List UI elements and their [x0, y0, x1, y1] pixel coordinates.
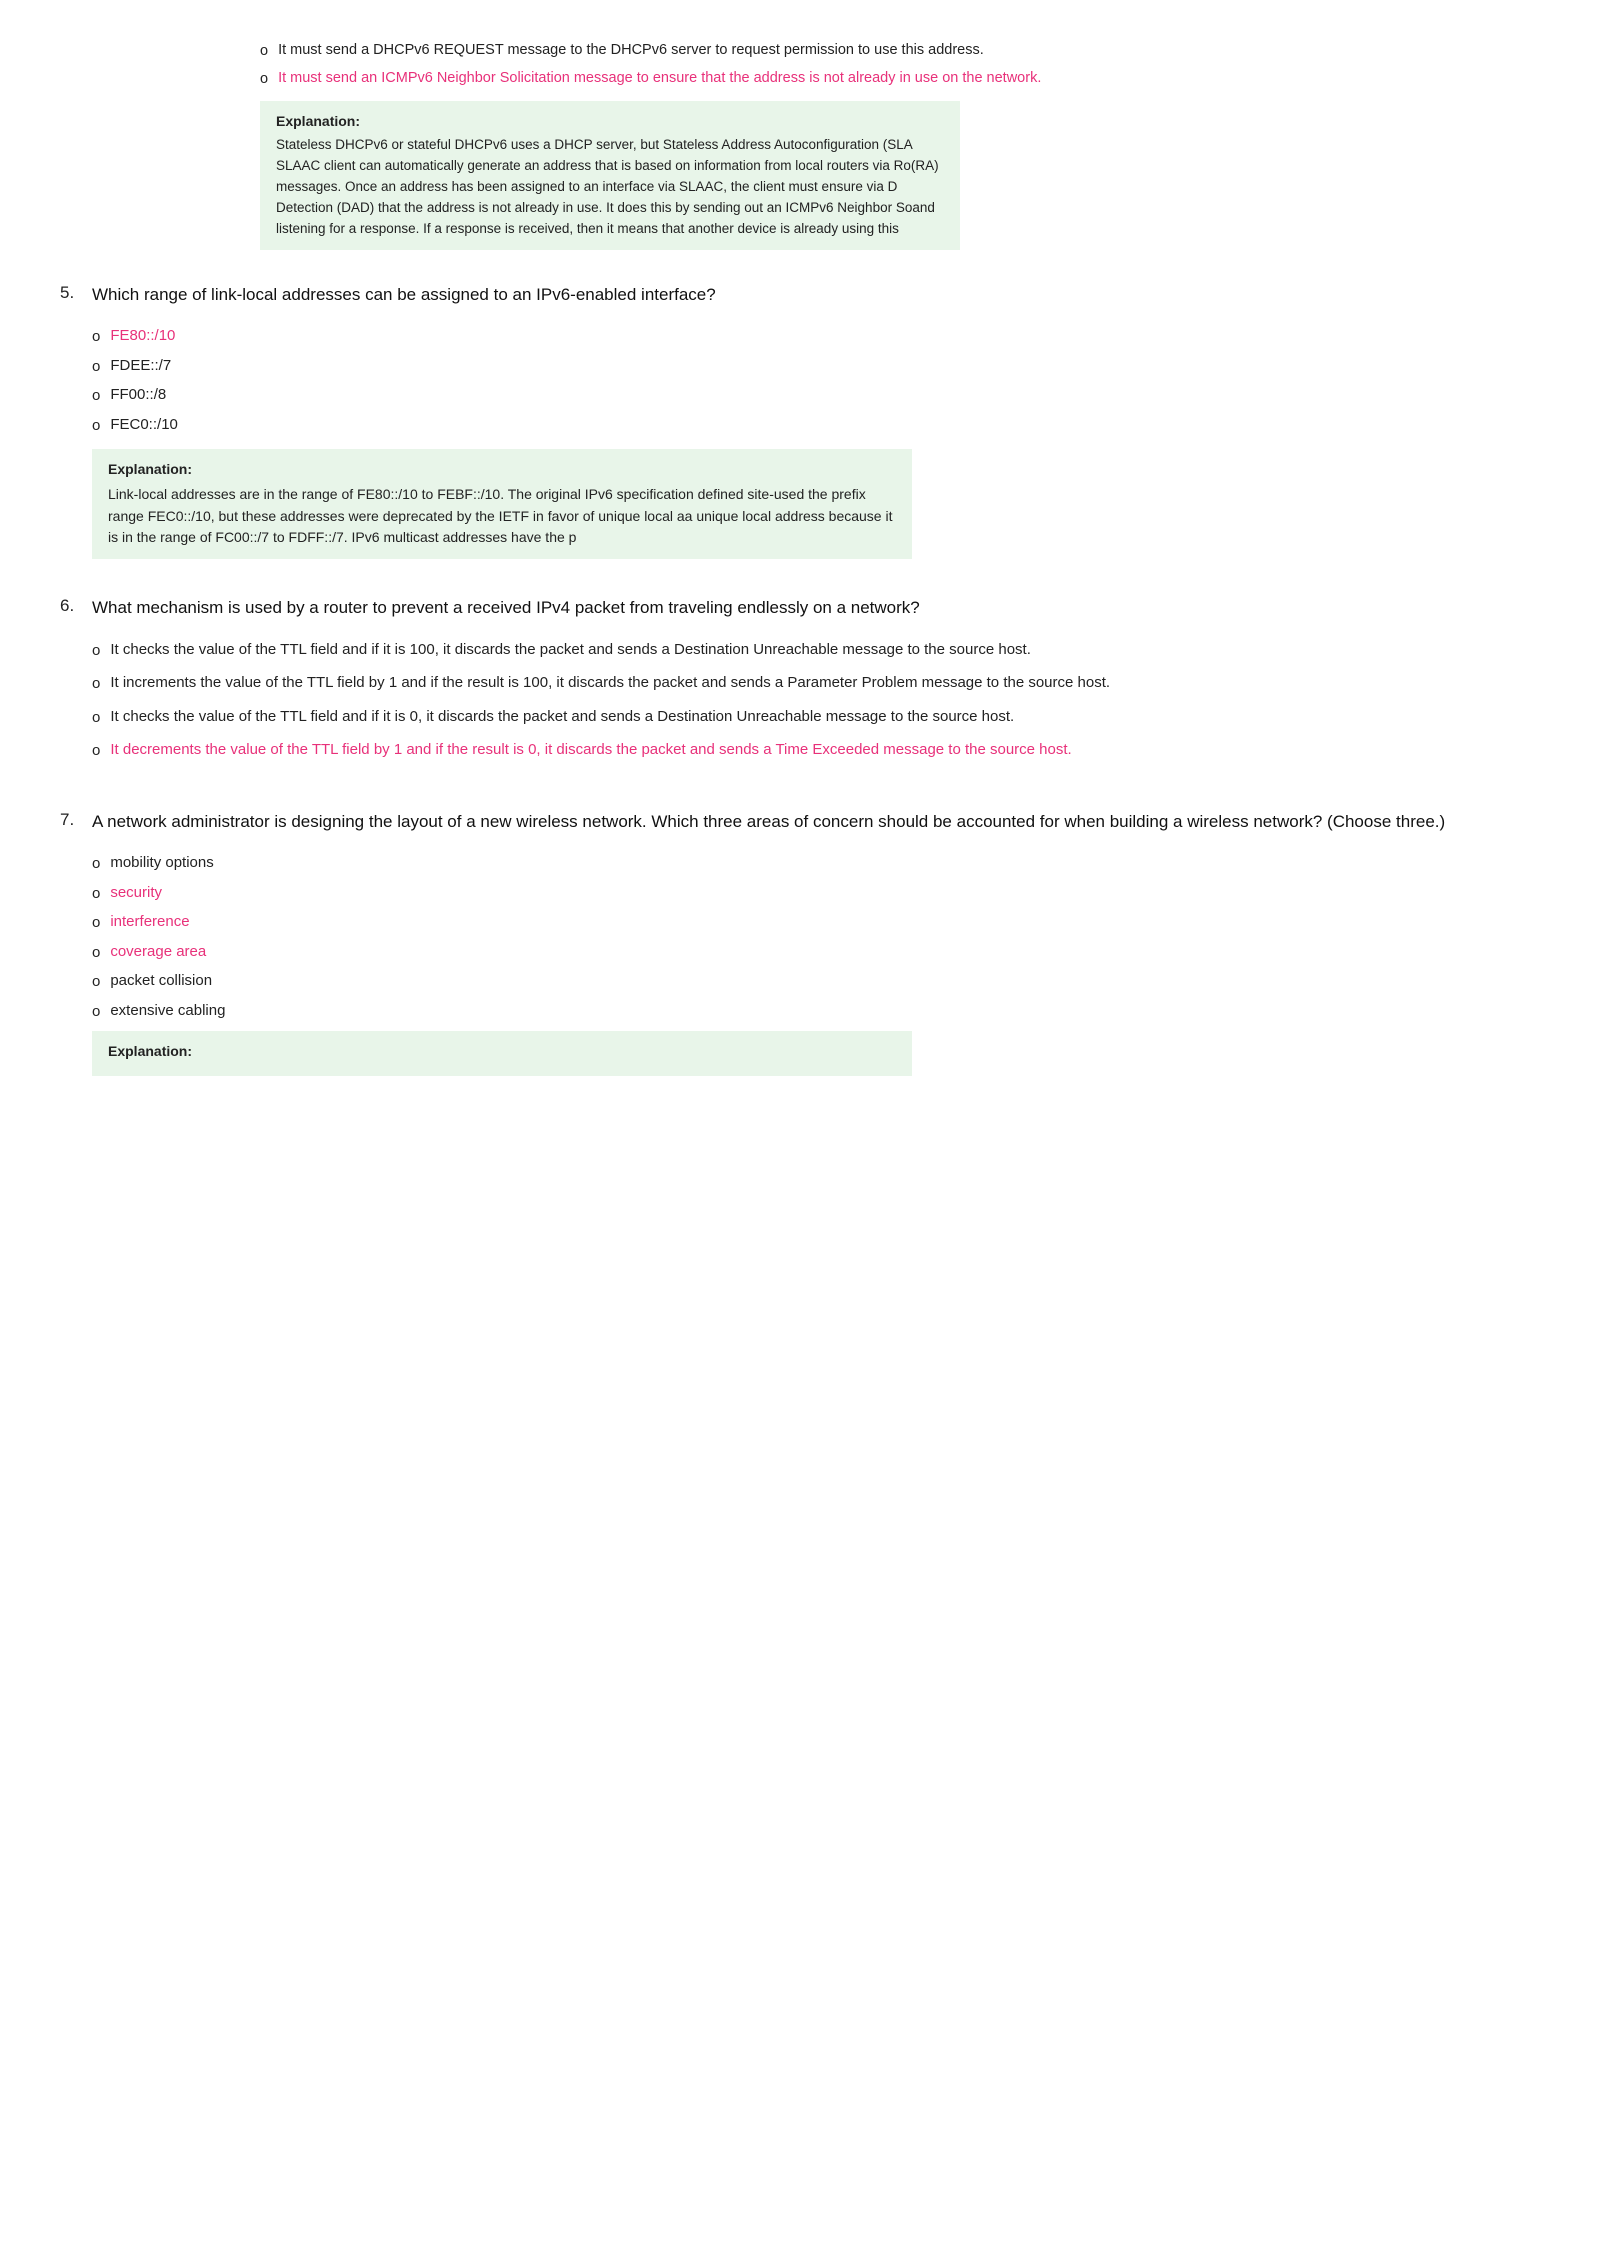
bullet-char: o	[92, 942, 100, 965]
correct-answer-text: It decrements the value of the TTL field…	[110, 739, 1540, 762]
question-6-number: 6.	[60, 595, 92, 616]
explanation-label: Explanation:	[108, 1041, 896, 1063]
top-bullet-list: o It must send a DHCPv6 REQUEST message …	[260, 40, 1540, 91]
explanation-label: Explanation:	[276, 111, 944, 133]
correct-answer-text: security	[110, 882, 1540, 905]
bullet-char: o	[92, 415, 100, 438]
answer-text: FDEE::/7	[110, 355, 1540, 378]
list-item: o FDEE::/7	[92, 355, 1540, 379]
answer-text: It must send a DHCPv6 REQUEST message to…	[278, 40, 1540, 62]
bullet-char: o	[92, 707, 100, 730]
answer-text: FEC0::/10	[110, 414, 1540, 437]
question-5-body: Which range of link-local addresses can …	[92, 282, 1540, 559]
bullet-char: o	[92, 740, 100, 763]
list-item: o It checks the value of the TTL field a…	[92, 706, 1540, 730]
q5-explanation-block: Explanation: Link-local addresses are in…	[92, 449, 912, 559]
bullet-char: o	[92, 971, 100, 994]
explanation-text: Link-local addresses are in the range of…	[108, 484, 896, 549]
bullet-char: o	[92, 883, 100, 906]
list-item: o security	[92, 882, 1540, 906]
question-6-text: What mechanism is used by a router to pr…	[92, 595, 1540, 621]
answer-text: It checks the value of the TTL field and…	[110, 639, 1540, 662]
list-item: o It checks the value of the TTL field a…	[92, 639, 1540, 663]
list-item: o interference	[92, 911, 1540, 935]
list-item: o FEC0::/10	[92, 414, 1540, 438]
correct-answer-text: It must send an ICMPv6 Neighbor Solicita…	[278, 68, 1540, 90]
list-item: o extensive cabling	[92, 1000, 1540, 1024]
question-7-header: 7. A network administrator is designing …	[60, 809, 1540, 1076]
list-item: o FE80::/10	[92, 325, 1540, 349]
answer-text: mobility options	[110, 852, 1540, 875]
bullet-char: o	[92, 853, 100, 876]
correct-answer-text: FE80::/10	[110, 325, 1540, 348]
bullet-char: o	[92, 326, 100, 349]
q6-answer-list: o It checks the value of the TTL field a…	[92, 639, 1540, 763]
list-item: o FF00::/8	[92, 384, 1540, 408]
question-5-text: Which range of link-local addresses can …	[92, 282, 1540, 308]
bullet-char: o	[92, 673, 100, 696]
list-item: o It decrements the value of the TTL fie…	[92, 739, 1540, 763]
answer-text: packet collision	[110, 970, 1540, 993]
bullet-char: o	[92, 356, 100, 379]
question-7-body: A network administrator is designing the…	[92, 809, 1540, 1076]
top-explanation-block: Explanation: Stateless DHCPv6 or statefu…	[260, 101, 960, 250]
correct-answer-text: interference	[110, 911, 1540, 934]
bullet-char: o	[92, 385, 100, 408]
question-7-number: 7.	[60, 809, 92, 830]
question-5-header: 5. Which range of link-local addresses c…	[60, 282, 1540, 559]
explanation-text: Stateless DHCPv6 or stateful DHCPv6 uses…	[276, 135, 944, 240]
list-item: o It increments the value of the TTL fie…	[92, 672, 1540, 696]
question-5-block: 5. Which range of link-local addresses c…	[60, 282, 1540, 559]
answer-text: extensive cabling	[110, 1000, 1540, 1023]
question-5-number: 5.	[60, 282, 92, 303]
correct-answer-text: coverage area	[110, 941, 1540, 964]
q7-answer-list: o mobility options o security o interfer…	[92, 852, 1540, 1023]
list-item: o coverage area	[92, 941, 1540, 965]
q5-answer-list: o FE80::/10 o FDEE::/7 o FF00::/8 o FEC0…	[92, 325, 1540, 437]
question-6-header: 6. What mechanism is used by a router to…	[60, 595, 1540, 773]
bullet-char: o	[260, 69, 268, 91]
question-6-body: What mechanism is used by a router to pr…	[92, 595, 1540, 773]
bullet-char: o	[260, 41, 268, 63]
question-7-text: A network administrator is designing the…	[92, 809, 1540, 835]
answer-text: It increments the value of the TTL field…	[110, 672, 1540, 695]
list-item: o It must send a DHCPv6 REQUEST message …	[260, 40, 1540, 63]
bullet-char: o	[92, 1001, 100, 1024]
q7-explanation-block: Explanation:	[92, 1031, 912, 1076]
question-6-block: 6. What mechanism is used by a router to…	[60, 595, 1540, 773]
list-item: o mobility options	[92, 852, 1540, 876]
list-item: o It must send an ICMPv6 Neighbor Solici…	[260, 68, 1540, 91]
top-section: o It must send a DHCPv6 REQUEST message …	[60, 40, 1540, 250]
answer-text: FF00::/8	[110, 384, 1540, 407]
answer-text: It checks the value of the TTL field and…	[110, 706, 1540, 729]
bullet-char: o	[92, 912, 100, 935]
bullet-char: o	[92, 640, 100, 663]
question-7-block: 7. A network administrator is designing …	[60, 809, 1540, 1076]
explanation-label: Explanation:	[108, 459, 896, 481]
list-item: o packet collision	[92, 970, 1540, 994]
